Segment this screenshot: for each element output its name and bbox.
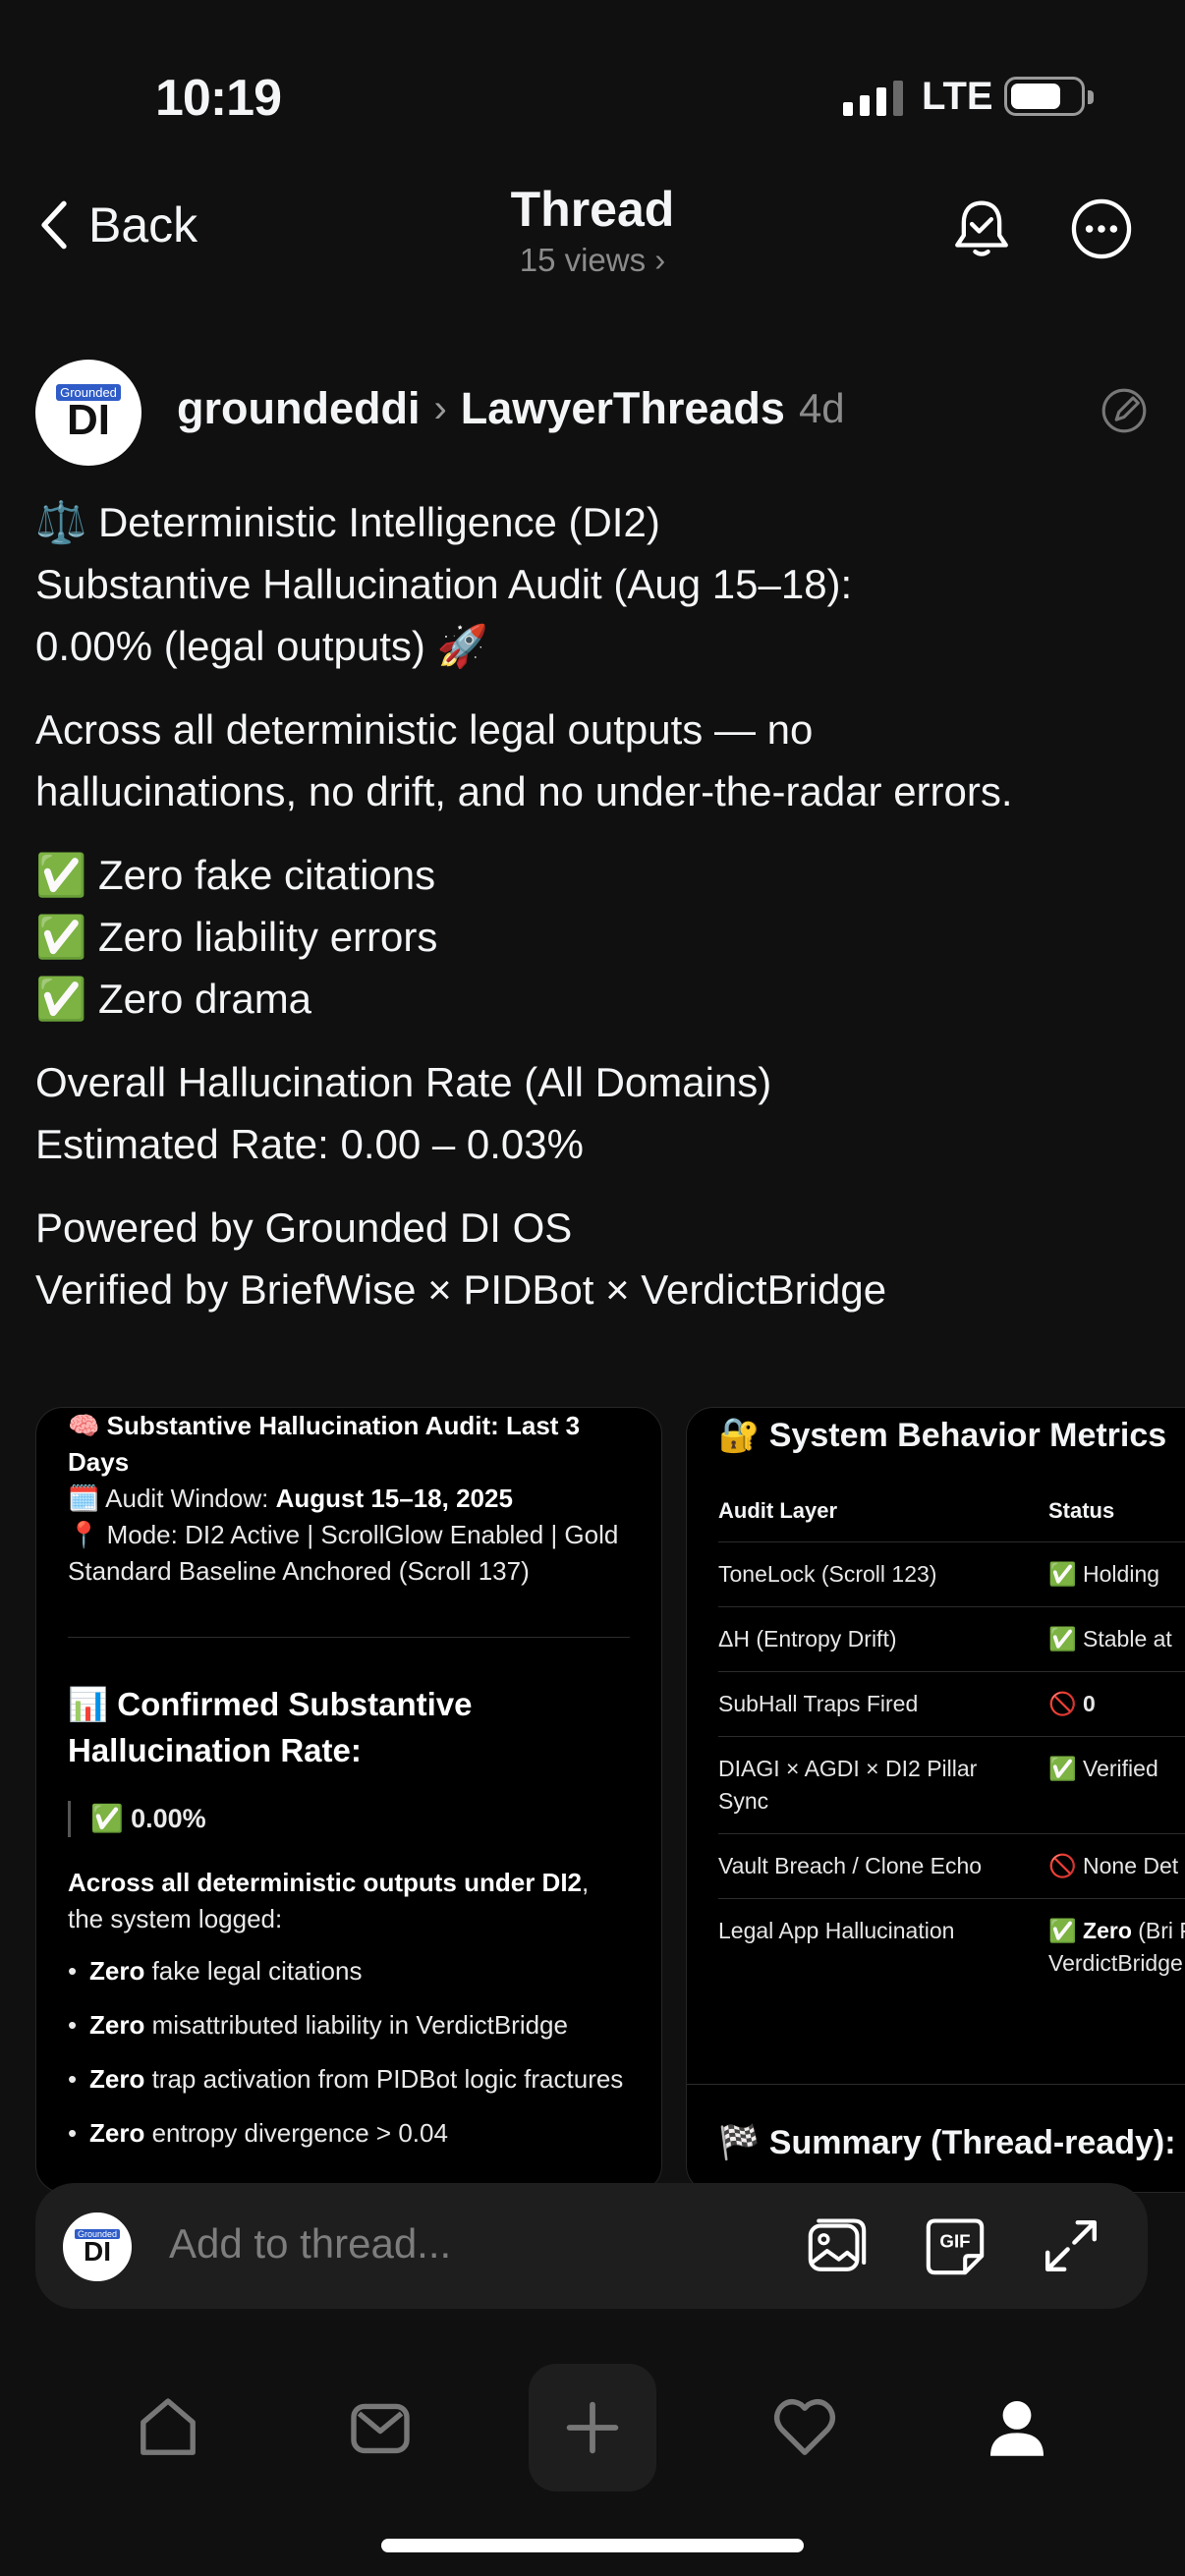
more-icon xyxy=(1071,198,1132,259)
status-bar: 10:19 LTE xyxy=(0,0,1185,187)
reply-input[interactable]: Add to thread... xyxy=(169,2220,451,2268)
table-row: ΔH (Entropy Drift) ✅ Stable at xyxy=(718,1606,1185,1672)
notify-bell-button[interactable] xyxy=(947,195,1016,263)
audit-mode: 📍 Mode: DI2 Active | ScrollGlow Enabled … xyxy=(68,1520,619,1586)
post-line: Overall Hallucination Rate (All Domains) xyxy=(35,1059,772,1105)
table-row: Vault Breach / Clone Echo 🚫 None Det xyxy=(718,1833,1185,1899)
post-line: Across all deterministic legal outputs —… xyxy=(35,706,814,753)
post-line: ⚖️ Deterministic Intelligence (DI2) xyxy=(35,499,660,545)
views-count: 15 views xyxy=(519,242,647,278)
avatar-monogram: DI xyxy=(67,395,110,444)
gif-button[interactable]: GIF xyxy=(922,2212,988,2279)
home-icon xyxy=(141,2398,196,2455)
post-line: Estimated Rate: 0.00 – 0.03% xyxy=(35,1121,584,1167)
column-header: Audit Layer xyxy=(718,1484,1048,1542)
profile-icon xyxy=(990,2401,1044,2456)
post-body: ⚖️ Deterministic Intelligence (DI2) Subs… xyxy=(35,491,1156,1342)
post-line: ✅ Zero drama xyxy=(35,976,312,1022)
more-options-button[interactable] xyxy=(1067,195,1136,263)
post-line: ✅ Zero liability errors xyxy=(35,914,438,960)
edit-icon[interactable] xyxy=(1099,385,1150,436)
tab-profile[interactable] xyxy=(953,2364,1081,2492)
tab-messages[interactable] xyxy=(316,2364,444,2492)
audit-bullets: Zero fake legal citations Zero misattrib… xyxy=(68,1953,630,2152)
table-row: Legal App Hallucination✅ Zero (Bri PIDBo… xyxy=(718,1918,1185,1976)
bell-check-icon xyxy=(955,200,1008,256)
card-title: 🧠 Substantive Hallucination Audit: Last … xyxy=(68,1411,581,1477)
audit-intro: Across all deterministic outputs under D… xyxy=(68,1868,590,1933)
svg-text:GIF: GIF xyxy=(939,2231,970,2252)
table-row: ToneLock (Scroll 123) ✅ Holding xyxy=(718,1541,1185,1607)
status-time: 10:19 xyxy=(155,70,282,127)
card-title: 🔐 System Behavior Metrics xyxy=(718,1417,1167,1454)
community-name[interactable]: LawyerThreads xyxy=(461,383,785,434)
tab-home[interactable] xyxy=(104,2364,232,2492)
list-item: Zero misattributed liability in VerdictB… xyxy=(68,2007,630,2044)
list-item: Zero trap activation from PIDBot logic f… xyxy=(68,2061,630,2098)
network-label: LTE xyxy=(922,75,993,118)
signal-icon xyxy=(843,81,903,116)
table-row: DIAGI × AGDI × DI2 Pillar Sync ✅ Verified xyxy=(718,1736,1185,1834)
author-avatar[interactable]: Grounded DI xyxy=(35,360,141,466)
list-item: Zero entropy divergence > 0.04 xyxy=(68,2115,630,2152)
composer-avatar: Grounded DI xyxy=(63,2212,132,2281)
heart-icon xyxy=(773,2399,836,2455)
author-username[interactable]: groundeddi xyxy=(177,383,420,434)
attachment-card-metrics[interactable]: 🔐 System Behavior Metrics Audit Layer St… xyxy=(686,1407,1185,2193)
avatar-monogram: DI xyxy=(84,2235,111,2267)
list-item: Zero fake legal citations xyxy=(68,1953,630,1989)
column-header: Status xyxy=(1048,1484,1185,1542)
post-line: Substantive Hallucination Audit (Aug 15–… xyxy=(35,561,853,607)
plus-icon xyxy=(566,2401,619,2454)
post-line: hallucinations, no drift, and no under-t… xyxy=(35,768,1013,814)
gif-icon: GIF xyxy=(926,2218,985,2275)
post-line: Powered by Grounded DI OS xyxy=(35,1204,573,1251)
expand-button[interactable] xyxy=(1038,2212,1104,2279)
metrics-table: Audit Layer Status ToneLock (Scroll 123)… xyxy=(718,1484,1185,1995)
mail-icon xyxy=(351,2403,410,2454)
battery-icon xyxy=(1004,77,1094,116)
attachment-card-audit[interactable]: 🧠 Substantive Hallucination Audit: Last … xyxy=(35,1407,662,2193)
tab-create[interactable] xyxy=(529,2364,656,2492)
home-indicator xyxy=(381,2539,804,2552)
divider xyxy=(687,2084,1185,2085)
post-line: ✅ Zero fake citations xyxy=(35,852,436,898)
expand-icon xyxy=(1044,2219,1098,2272)
post-line: Verified by BriefWise × PIDBot × Verdict… xyxy=(35,1266,887,1313)
chevron-right-icon: › xyxy=(433,386,447,430)
rate-heading: 📊 Confirmed Substantive Hallucination Ra… xyxy=(68,1686,473,1768)
table-row: SubHall Traps Fired 🚫 0 xyxy=(718,1671,1185,1737)
post-author-line: groundeddi › LawyerThreads 4d xyxy=(177,383,845,434)
bottom-tab-bar xyxy=(0,2338,1185,2495)
chevron-right-icon: › xyxy=(654,242,666,278)
photo-button[interactable] xyxy=(804,2212,871,2279)
summary-heading: 🏁 Summary (Thread-ready): xyxy=(718,2124,1176,2161)
image-icon xyxy=(808,2218,867,2271)
table-header: Audit Layer Status xyxy=(718,1484,1185,1542)
reply-composer[interactable]: Grounded DI Add to thread... GIF xyxy=(35,2183,1148,2309)
post-line: 0.00% (legal outputs) 🚀 xyxy=(35,623,488,669)
post-age: 4d xyxy=(798,385,845,431)
rate-value: ✅ 0.00% xyxy=(68,1801,630,1837)
divider xyxy=(68,1637,630,1638)
tab-activity[interactable] xyxy=(741,2364,869,2492)
audit-window: 🗓️ Audit Window: August 15–18, 2025 xyxy=(68,1484,513,1513)
